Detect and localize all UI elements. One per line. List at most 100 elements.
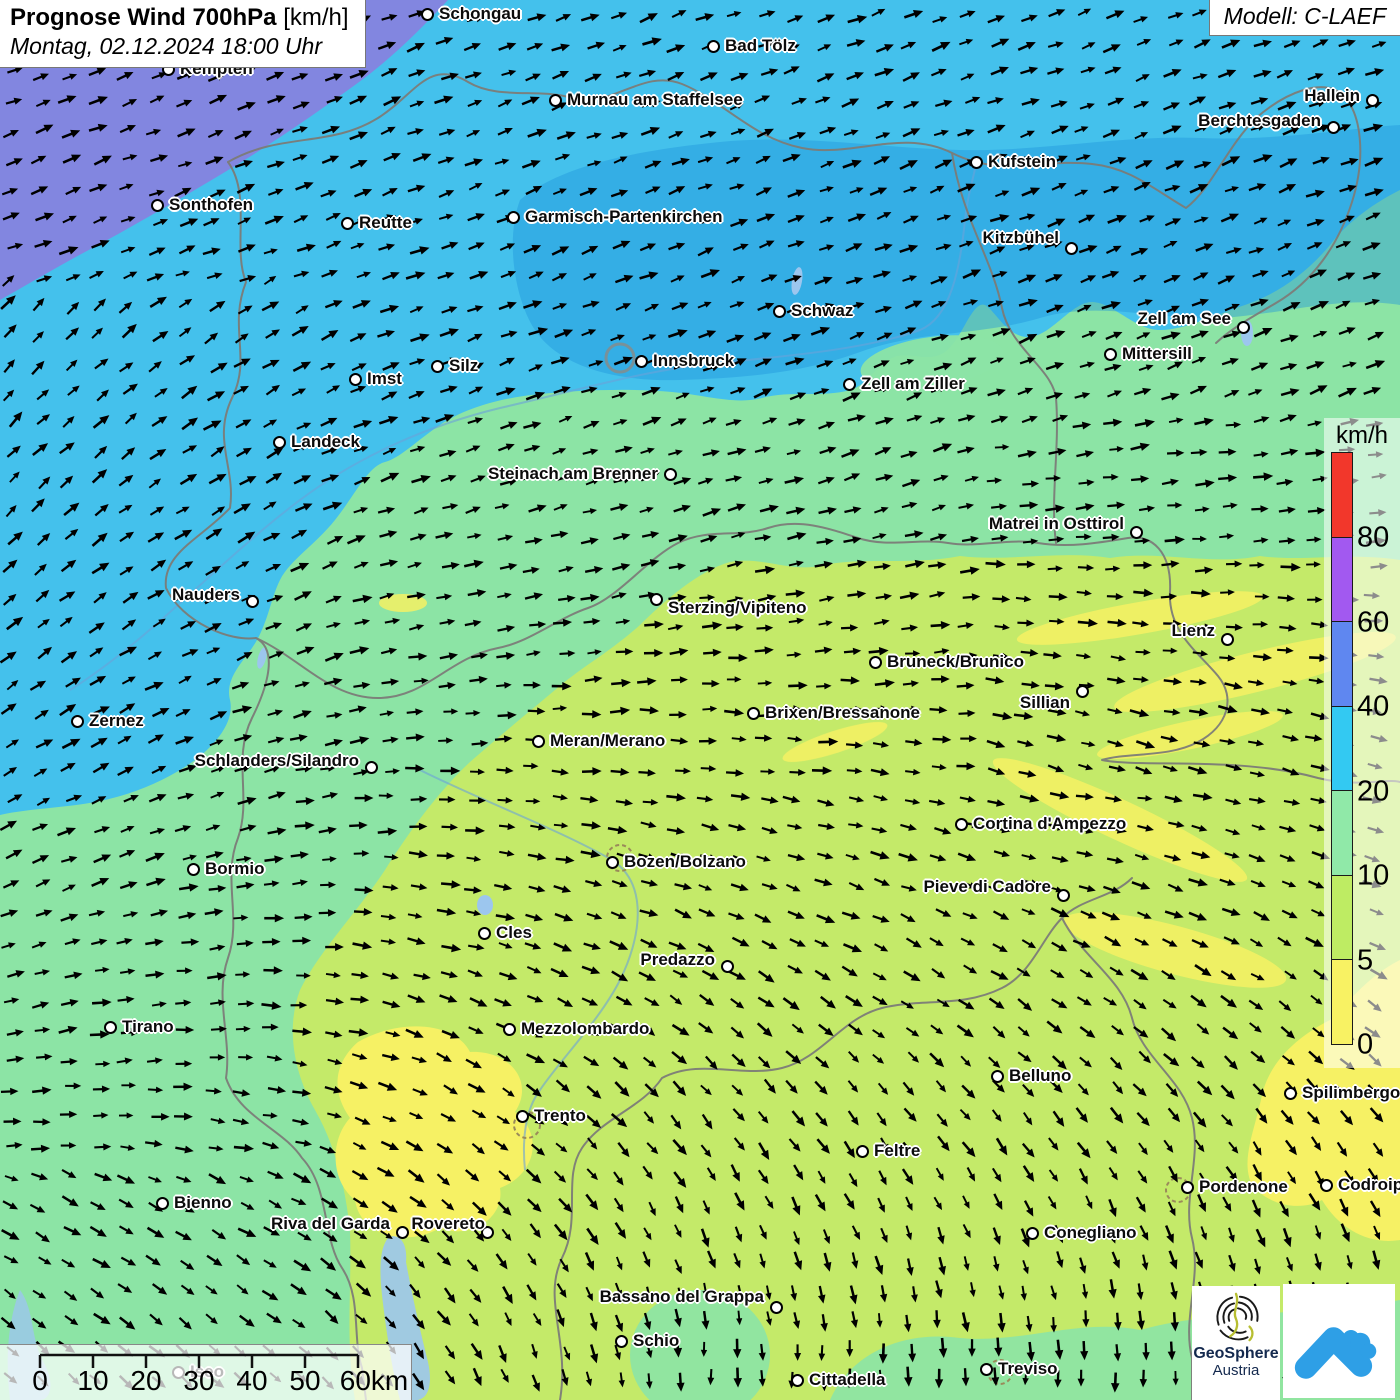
- wind-arrow: [787, 908, 807, 922]
- wind-arrow: [790, 1022, 805, 1036]
- wind-arrow: [610, 9, 628, 21]
- wind-arrow: [466, 303, 484, 315]
- wind-arrow: [1280, 1227, 1295, 1249]
- wind-arrow: [65, 272, 82, 284]
- wind-arrow: [672, 1223, 684, 1239]
- wind-arrow: [815, 911, 837, 926]
- wind-arrow: [177, 967, 193, 974]
- wind-arrow: [903, 184, 919, 195]
- wind-arrow: [92, 443, 109, 460]
- wind-arrow: [204, 1312, 220, 1327]
- wind-arrow: [842, 356, 858, 367]
- wind-arrow: [410, 472, 432, 486]
- wind-arrow: [933, 1310, 941, 1329]
- wind-arrow: [843, 470, 862, 483]
- wind-arrow: [1249, 769, 1265, 778]
- city-marker: [1130, 526, 1143, 539]
- wind-arrow: [495, 384, 517, 398]
- wind-arrow: [607, 824, 628, 835]
- wind-arrow: [6, 529, 26, 548]
- wind-arrow: [441, 561, 460, 572]
- wind-arrow: [1135, 71, 1152, 84]
- wind-arrow: [385, 768, 400, 776]
- wind-arrow: [1139, 1370, 1147, 1388]
- wind-arrow: [1187, 875, 1209, 889]
- wind-arrow: [728, 821, 748, 833]
- wind-arrow: [0, 817, 19, 833]
- wind-arrow: [876, 329, 894, 342]
- wind-arrow: [728, 654, 748, 662]
- wind-arrow: [935, 1226, 947, 1245]
- city-label: Bozen/Bolzano: [624, 852, 746, 872]
- wind-arrow: [1021, 680, 1040, 690]
- wind-arrow: [525, 1196, 544, 1215]
- wind-arrow: [64, 936, 82, 947]
- wind-arrow: [349, 330, 369, 345]
- wind-arrow: [1335, 1140, 1351, 1158]
- wind-arrow: [670, 1079, 689, 1099]
- wind-arrow: [900, 357, 916, 367]
- wind-arrow: [31, 329, 47, 345]
- wind-arrow: [816, 11, 836, 26]
- city-marker: [991, 1070, 1004, 1083]
- wind-arrow: [1016, 996, 1035, 1014]
- wind-arrow: [1188, 93, 1208, 108]
- wind-arrow: [499, 849, 516, 858]
- city-label: Mittersill: [1122, 344, 1192, 364]
- wind-arrow: [179, 215, 200, 230]
- wind-arrow: [1020, 184, 1042, 199]
- wind-arrow: [964, 474, 980, 484]
- wind-arrow: [1216, 272, 1236, 287]
- wind-arrow: [501, 68, 517, 78]
- wind-arrow: [1105, 565, 1121, 573]
- wind-arrow: [1225, 796, 1243, 807]
- wind-arrow: [1250, 359, 1270, 373]
- wind-arrow: [295, 821, 316, 831]
- wind-arrow: [609, 1111, 630, 1131]
- wind-arrow: [527, 11, 548, 24]
- wind-arrow: [210, 1054, 225, 1061]
- wind-arrow: [640, 557, 660, 569]
- city-marker: [770, 1301, 783, 1314]
- wind-arrow: [816, 42, 832, 54]
- wind-arrow: [987, 797, 1006, 808]
- wind-arrow: [844, 240, 864, 255]
- wind-arrow: [405, 764, 425, 773]
- wind-arrow: [959, 1083, 978, 1102]
- wind-arrow: [1132, 997, 1149, 1012]
- wind-arrow: [266, 92, 287, 106]
- wind-arrow: [929, 531, 948, 543]
- wind-arrow: [668, 562, 686, 572]
- wind-arrow: [936, 997, 952, 1010]
- wind-arrow: [638, 768, 656, 777]
- wind-arrow: [146, 587, 166, 603]
- wind-arrow: [35, 530, 53, 547]
- wind-arrow: [933, 128, 950, 139]
- wind-arrow: [610, 187, 630, 200]
- city-marker: [104, 1021, 117, 1034]
- wind-arrow: [898, 242, 919, 256]
- wind-arrow: [291, 124, 308, 135]
- wind-arrow: [553, 618, 573, 628]
- wind-arrow: [322, 499, 344, 514]
- wind-arrow: [351, 297, 372, 312]
- wind-arrow: [436, 592, 453, 601]
- city-marker: [707, 40, 720, 53]
- wind-arrow: [671, 299, 690, 312]
- wind-arrow: [1015, 966, 1032, 980]
- wind-arrow: [174, 733, 195, 748]
- legend-band: [1331, 706, 1353, 792]
- wind-arrow: [347, 1253, 368, 1272]
- wind-arrow: [407, 590, 427, 601]
- wind-arrow: [1220, 152, 1242, 169]
- wind-arrow: [238, 472, 258, 488]
- wind-arrow: [61, 882, 77, 894]
- wind-arrow: [870, 6, 886, 19]
- wind-arrow: [234, 157, 254, 170]
- wind-arrow: [292, 1257, 314, 1275]
- wind-arrow: [31, 1316, 49, 1332]
- wind-arrow: [1162, 122, 1184, 137]
- wind-arrow: [876, 1313, 883, 1328]
- wind-arrow: [239, 822, 258, 834]
- wind-arrow: [440, 1027, 461, 1042]
